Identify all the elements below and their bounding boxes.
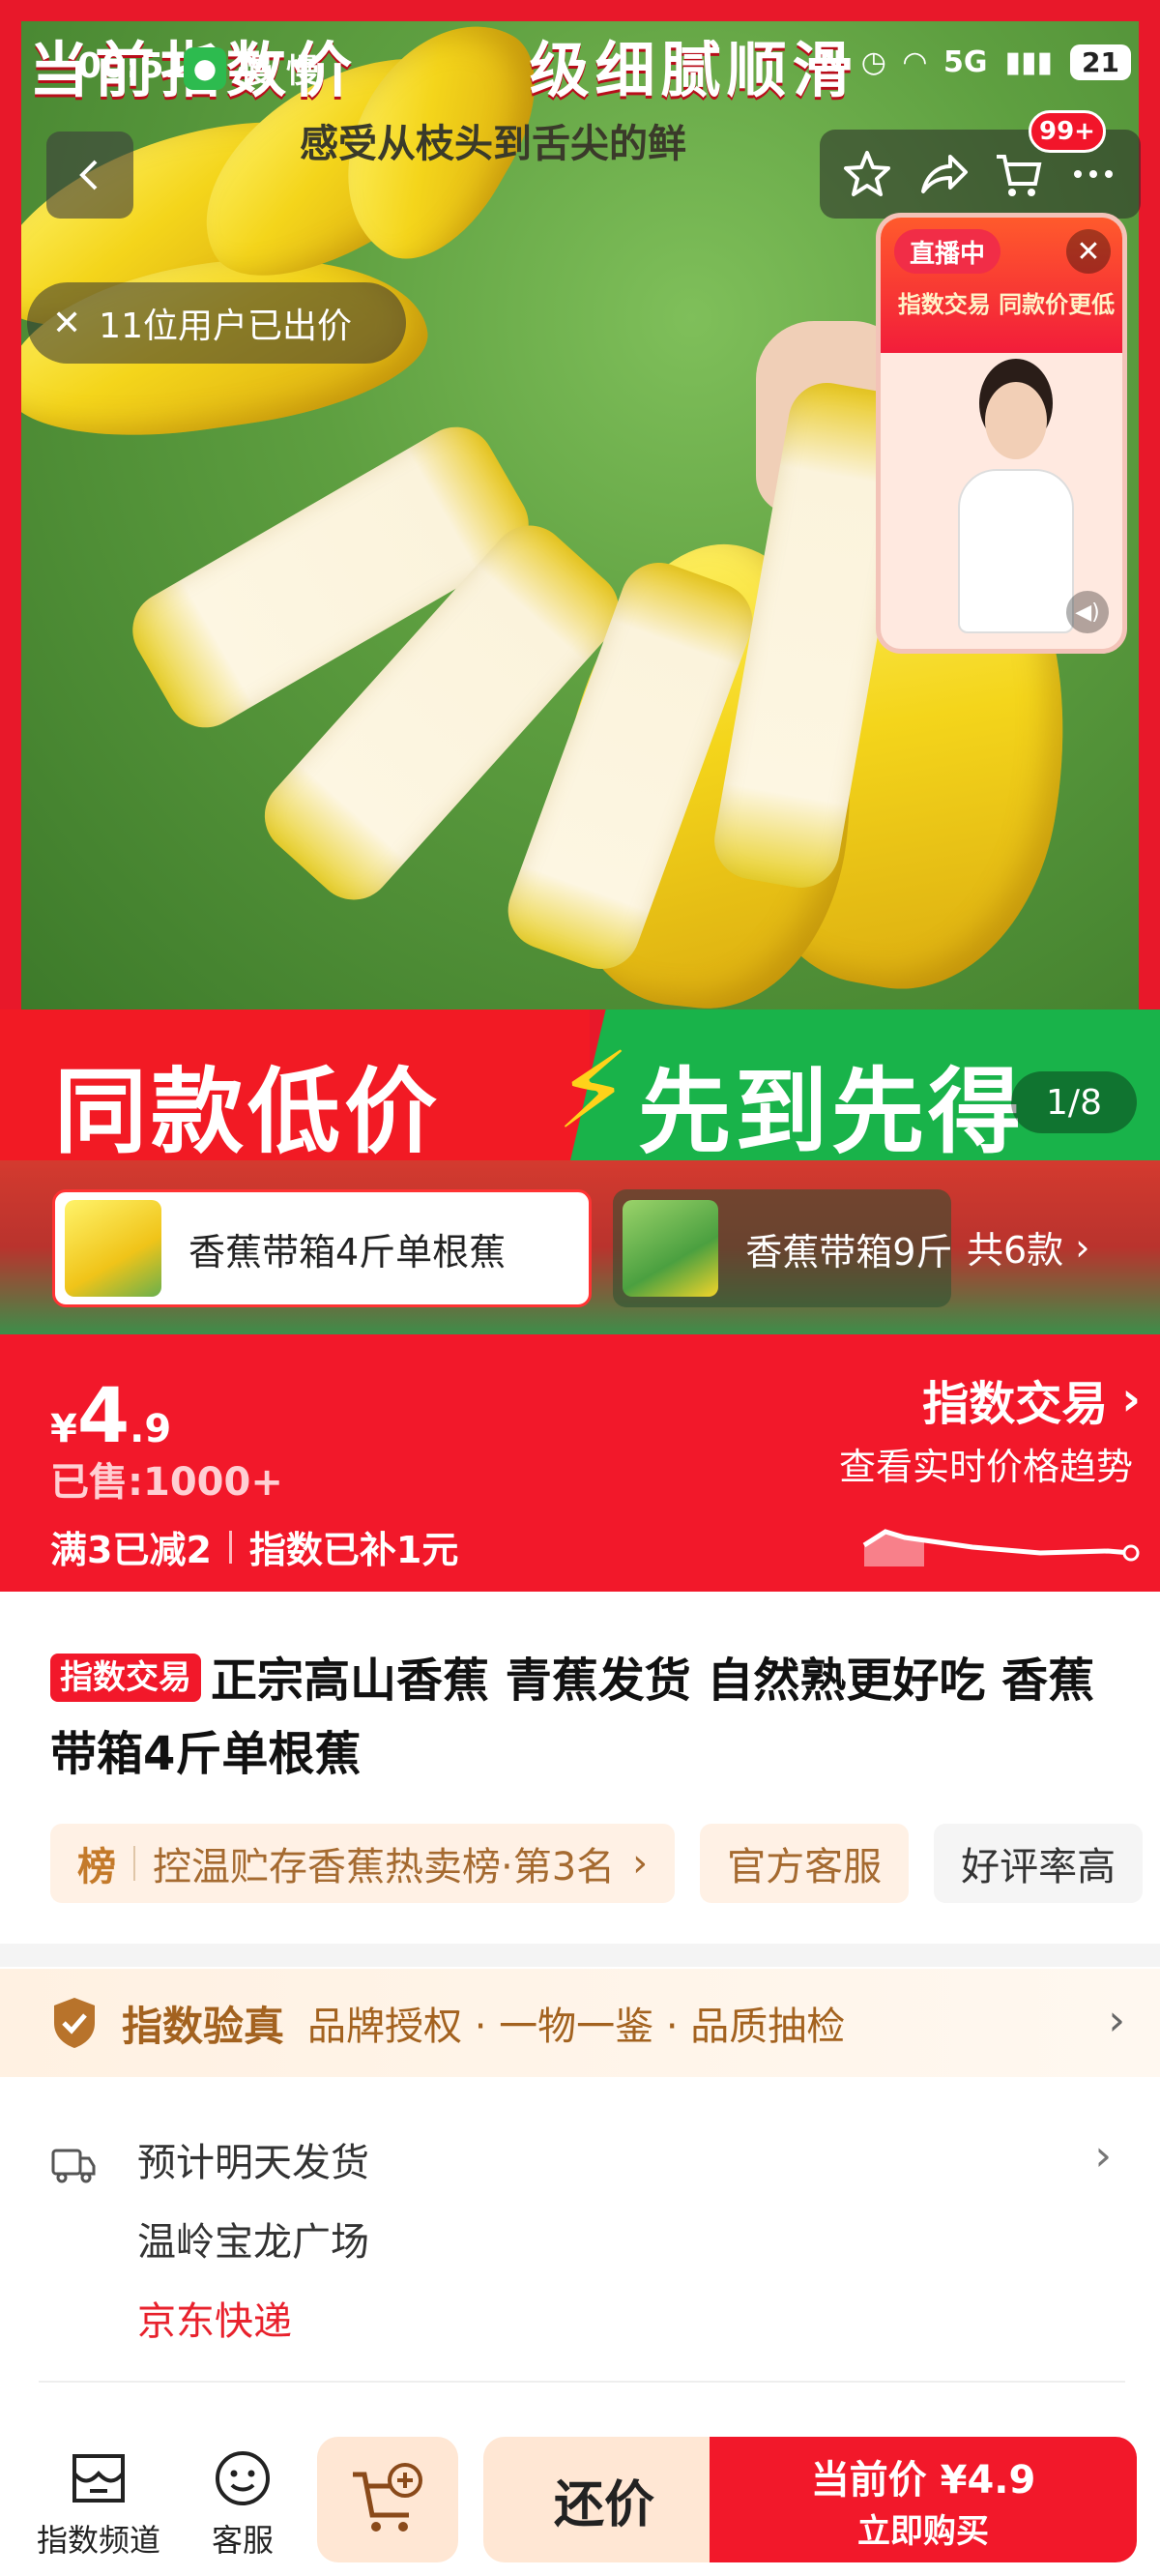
sold-count: 已售:1000+ — [50, 1460, 283, 1505]
sku-thumbnail — [623, 1200, 719, 1297]
wechat-icon: ● — [184, 46, 226, 90]
chevron-right-icon: › — [1108, 1996, 1125, 2045]
wifi-icon: ◠ — [903, 45, 926, 79]
sku-option-label: 香蕉带箱9斤 — [745, 1230, 951, 1273]
index-trade-link[interactable]: 指数交易 › — [922, 1365, 1141, 1433]
customer-service-button[interactable]: 客服 — [211, 2446, 275, 2561]
sku-option-selected[interactable]: 香蕉带箱4斤单根蕉 — [52, 1189, 592, 1307]
smiley-service-icon — [216, 2451, 270, 2505]
hero-subtitle: 感受从枝头到舌尖的鲜 — [300, 122, 686, 166]
bid-notice[interactable]: ✕ 11位用户已出价 — [27, 282, 406, 364]
price-decimal: .9 — [130, 1407, 172, 1451]
bid-count-text: 11位用户已出价 — [99, 307, 352, 346]
price-trend-sparkline[interactable] — [856, 1508, 1146, 1566]
chevron-right-icon: › — [1094, 2131, 1112, 2181]
buy-price-label: 当前价 ¥4.9 — [810, 2457, 1036, 2503]
alarm-icon: ◷ — [860, 45, 886, 79]
promo-right-text: 先到先得 — [638, 1058, 1025, 1160]
chevron-left-icon — [79, 160, 98, 190]
index-channel-label: 指数频道 — [37, 2522, 161, 2559]
product-title-text: 正宗高山香蕉 青蕉发货 自然熟更好吃 香蕉带箱4斤单根蕉 — [50, 1654, 1095, 1781]
live-stream-window[interactable]: 直播中 ✕ 指数交易 同款价更低 ◀) — [876, 213, 1127, 654]
buy-now-button[interactable]: 当前价 ¥4.9 立即购买 — [710, 2437, 1137, 2562]
close-icon[interactable]: ✕ — [1066, 229, 1111, 274]
chevron-right-icon: › — [632, 1841, 649, 1886]
promo-banner: 同款低价 ⚡ 先到先得 — [0, 1010, 1160, 1160]
sku-option-label: 香蕉带箱4斤单根蕉 — [188, 1230, 507, 1273]
verification-desc: 品牌授权 · 一物一鉴 · 品质抽检 — [307, 2005, 846, 2049]
product-title: 指数交易 正宗高山香蕉 青蕉发货 自然熟更好吃 香蕉带箱4斤单根蕉 — [50, 1644, 1123, 1791]
promo-subsidy: 指数已补1元 — [248, 1529, 459, 1571]
divider — [133, 1846, 135, 1881]
nfc-icon: N — [819, 45, 844, 79]
back-button[interactable] — [46, 132, 133, 219]
store-icon — [72, 2454, 125, 2503]
host-figure — [958, 382, 1074, 633]
ranking-chip[interactable]: 榜 控温贮存香蕉热卖榜·第3名 › — [50, 1824, 676, 1903]
shield-check-icon — [54, 1998, 95, 2048]
divider — [228, 1530, 232, 1564]
signal-icon: ▮▮▮ — [1004, 45, 1054, 79]
shipping-eta: 预计明天发货 — [137, 2141, 369, 2185]
index-channel-button[interactable]: 指数频道 — [37, 2446, 160, 2561]
verification-row[interactable]: 指数验真 品牌授权 · 一物一鉴 · 品质抽检 › — [0, 1969, 1160, 2077]
divider — [39, 2381, 1125, 2383]
delivery-truck-icon — [51, 2149, 96, 2183]
title-tag: 指数交易 — [50, 1654, 201, 1702]
rank-label: 榜 — [77, 1845, 116, 1889]
mute-icon[interactable]: ◀) — [1066, 591, 1109, 633]
status-app-label: 慢 — [240, 52, 273, 91]
image-counter: 1/8 — [1011, 1071, 1137, 1133]
star-icon[interactable] — [840, 147, 894, 201]
close-icon[interactable]: ✕ — [52, 304, 81, 343]
sku-selector: 香蕉带箱4斤单根蕉 香蕉带箱9斤 共6款 › — [0, 1160, 1160, 1334]
cart-count-badge: 99+ — [1029, 110, 1106, 153]
cart-icon[interactable] — [991, 147, 1045, 201]
shipping-info[interactable]: 预计明天发货 温岭宝龙广场 京东快递 › — [50, 2123, 1123, 2361]
promo-discount: 满3已减2 — [50, 1529, 212, 1571]
price-integer: 4 — [76, 1373, 130, 1460]
add-to-cart-button[interactable] — [317, 2437, 458, 2562]
promo-info: 满3已减2 指数已补1元 — [50, 1520, 458, 1573]
live-banner-text: 指数交易 同款价更低 — [897, 291, 1116, 318]
more-icon[interactable] — [1066, 147, 1120, 201]
status-time: 00:51 — [77, 46, 188, 86]
bargain-button[interactable]: 还价 — [483, 2437, 725, 2562]
lightning-icon: ⚡ — [556, 1029, 631, 1153]
buy-now-label: 立即购买 — [857, 2511, 989, 2551]
customer-service-label: 客服 — [211, 2522, 274, 2559]
index-trade-title: 指数交易 — [922, 1377, 1109, 1431]
status-notifications: ● 慢 慢 — [184, 44, 319, 92]
official-service-chip[interactable]: 官方客服 — [700, 1824, 910, 1903]
promo-left-text: 同款低价 — [54, 1058, 441, 1160]
rank-text: 控温贮存香蕉热卖榜·第3名 — [153, 1845, 616, 1889]
sku-thumbnail — [65, 1200, 161, 1297]
live-tag: 直播中 — [894, 229, 1001, 274]
battery-indicator: 21 — [1070, 44, 1131, 80]
chevron-right-icon: › — [1075, 1225, 1090, 1269]
host-body — [958, 469, 1074, 633]
signal-label: 5G — [943, 45, 988, 79]
bottom-action-bar: 指数频道 客服 还价 当前价 ¥4.9 立即购买 — [0, 2417, 1160, 2576]
sku-option[interactable]: 香蕉带箱9斤 — [613, 1189, 951, 1307]
cart-plus-icon — [353, 2463, 422, 2532]
current-price: ¥4.9 — [50, 1373, 171, 1460]
status-right: N ◷ ◠ 5G ▮▮▮ 21 — [820, 44, 1131, 80]
sku-total-label: 共6款 — [967, 1229, 1064, 1272]
price-currency: ¥ — [50, 1407, 77, 1451]
rating-chip[interactable]: 好评率高 — [934, 1824, 1144, 1903]
status-bar: 00:51 ● 慢 慢 N ◷ ◠ 5G ▮▮▮ 21 — [0, 39, 1160, 97]
sku-total-button[interactable]: 共6款 › — [967, 1220, 1089, 1273]
host-head — [985, 382, 1047, 459]
chevron-right-icon: › — [1121, 1372, 1141, 1426]
product-chips: 榜 控温贮存香蕉热卖榜·第3名 › 官方客服 好评率高 — [50, 1824, 1144, 1903]
status-app-label: 慢 — [286, 52, 319, 91]
price-trend-link[interactable]: 查看实时价格趋势 — [839, 1437, 1133, 1490]
section-divider — [0, 1944, 1160, 1967]
shipping-location: 温岭宝龙广场 — [137, 2220, 369, 2265]
verification-title: 指数验真 — [122, 2002, 285, 2050]
shipping-carrier: 京东快递 — [137, 2299, 292, 2344]
share-icon[interactable] — [915, 147, 970, 201]
